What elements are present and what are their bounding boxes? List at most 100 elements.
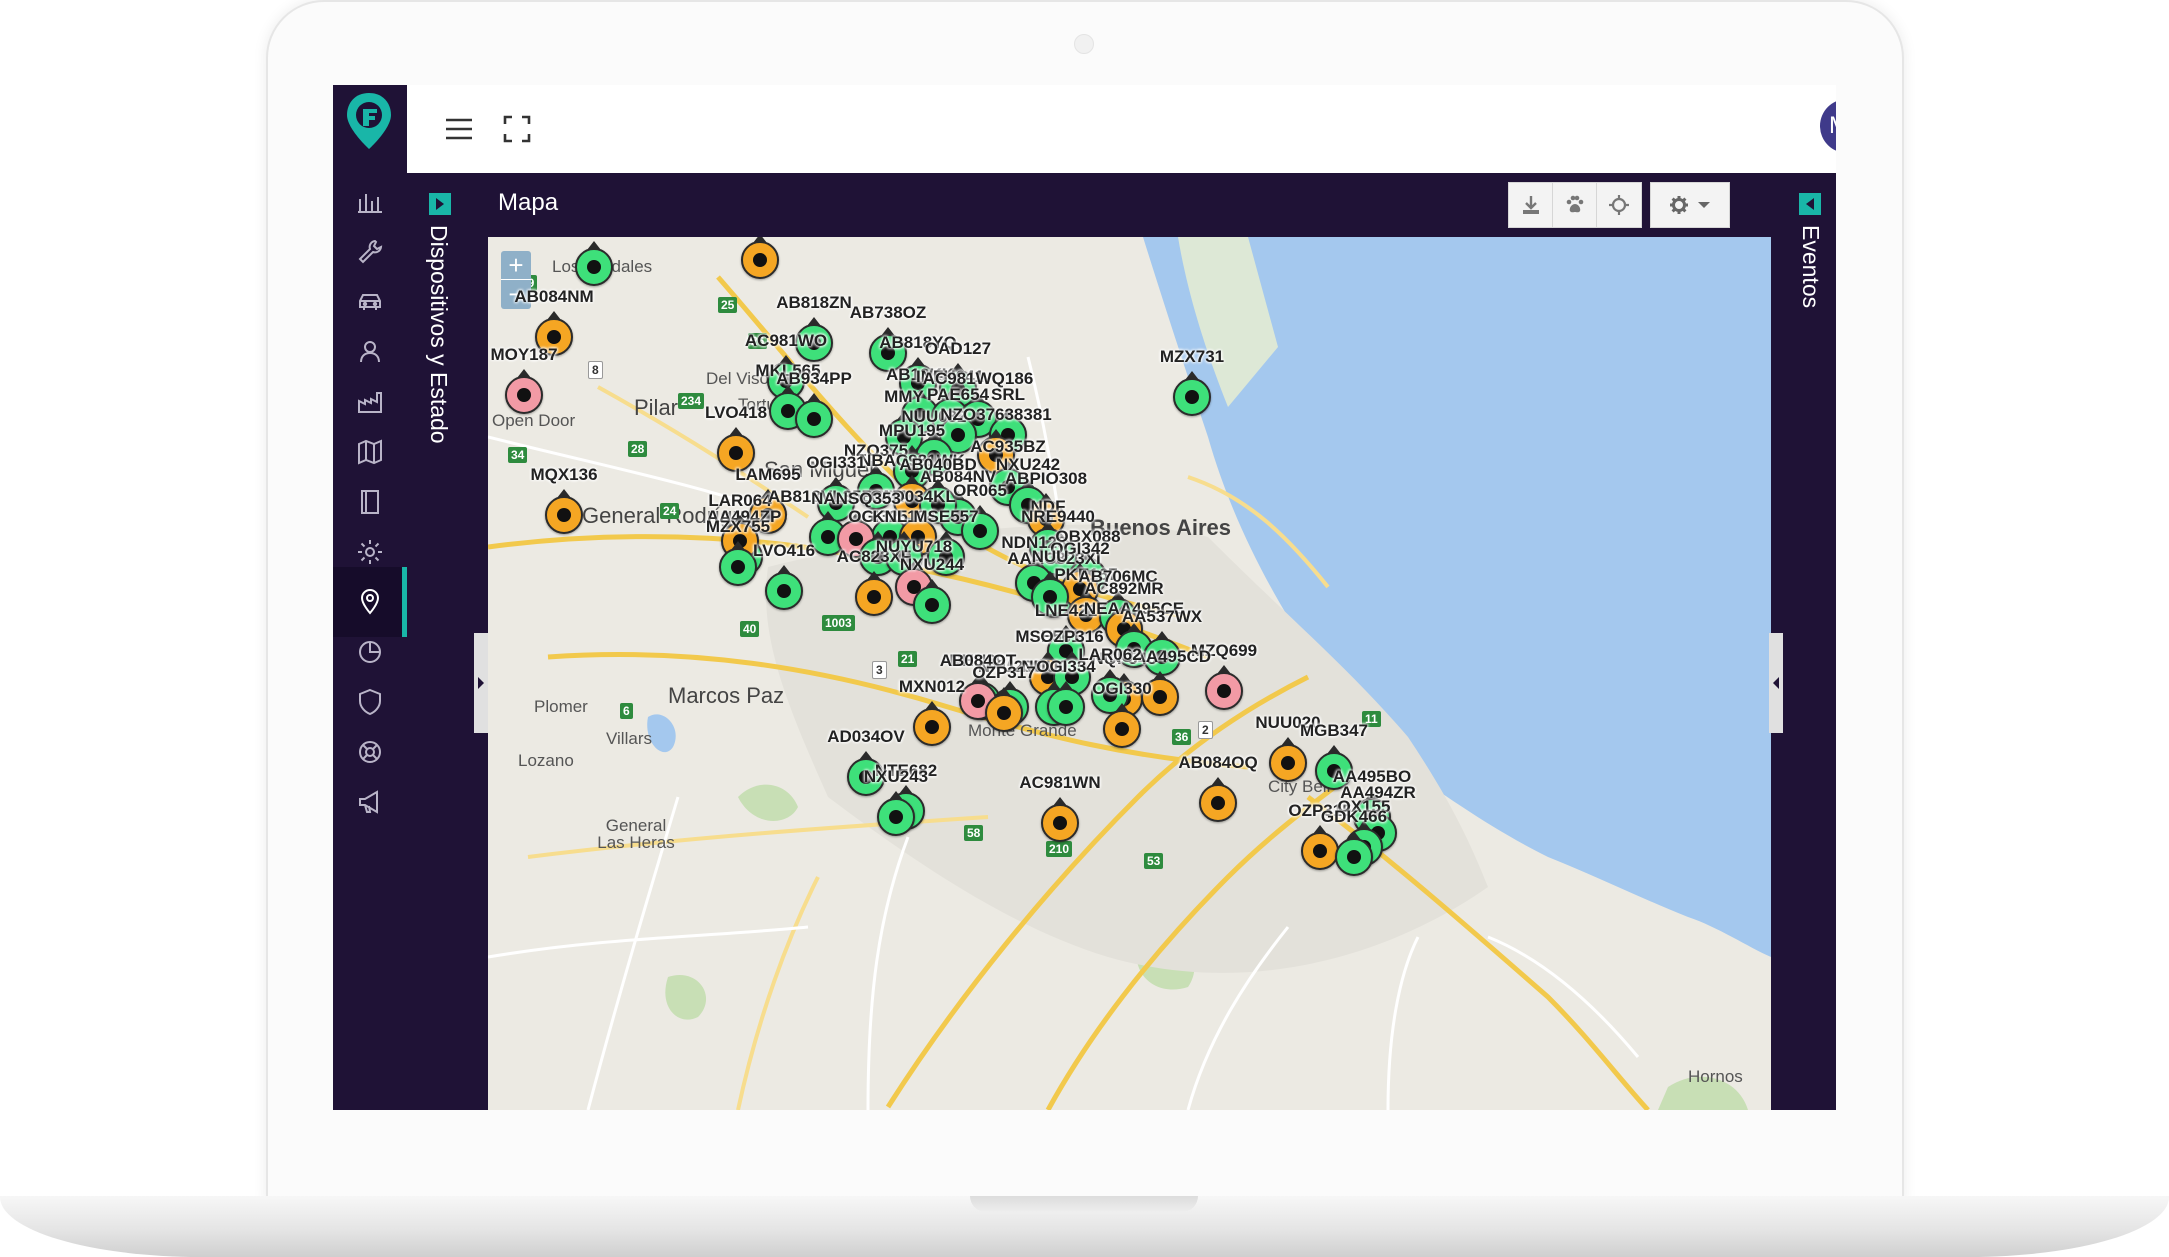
marker-label: NXU243 xyxy=(863,767,929,786)
marker-label: NUU xyxy=(1031,547,1069,566)
marker-label: AC892MR xyxy=(1084,579,1164,598)
place-label: Villars xyxy=(606,729,652,748)
road-shield: 21 xyxy=(898,651,918,667)
marker-label: MSE557 xyxy=(913,507,979,526)
industry-icon xyxy=(358,392,382,413)
marker-label: OGI330 xyxy=(1092,679,1152,698)
road-shield: 53 xyxy=(1144,853,1164,869)
map-right-handle[interactable] xyxy=(1769,633,1783,733)
marker-online-icon[interactable] xyxy=(575,248,613,286)
map-canvas[interactable]: Los Cardales Del Viso Pilar Tortuguitas … xyxy=(488,237,1771,1110)
marker-idle-icon[interactable] xyxy=(1103,710,1141,748)
bar-chart-icon xyxy=(358,194,382,213)
car-icon xyxy=(359,294,381,310)
pie-chart-icon xyxy=(359,641,381,663)
marker-idle-icon[interactable] xyxy=(741,241,779,279)
marker-label: AB040BD xyxy=(899,455,977,474)
road-shield: 6 xyxy=(620,703,633,719)
marker-label: AC981WN xyxy=(1019,773,1101,792)
marker-label: AC981WO xyxy=(744,331,828,350)
road-shield: 28 xyxy=(628,441,648,457)
paw-button[interactable] xyxy=(1552,182,1598,228)
marker-label: AB084NM xyxy=(514,287,594,306)
crosshair-icon xyxy=(1609,195,1629,215)
app-screen: MS Dispositivos y Estado Mapa xyxy=(333,85,1836,1110)
marker-idle-icon[interactable] xyxy=(855,578,893,616)
caret-right-icon xyxy=(478,677,484,689)
marker-label: NXU244 xyxy=(899,555,965,574)
hamburger-icon xyxy=(446,118,472,140)
brand-logo-icon[interactable] xyxy=(343,91,395,153)
center-map-button[interactable] xyxy=(1596,182,1642,228)
marker-label: AB738OZ xyxy=(849,303,927,322)
marker-online-icon[interactable] xyxy=(1173,378,1211,416)
devices-panel-label[interactable]: Dispositivos y Estado xyxy=(425,225,452,444)
map-settings-dropdown[interactable] xyxy=(1650,182,1730,228)
download-button[interactable] xyxy=(1508,182,1554,228)
zoom-in-button[interactable]: + xyxy=(501,251,531,279)
marker-label: MQX136 xyxy=(530,465,598,484)
marker-label: MOY187 xyxy=(490,345,558,364)
user-icon xyxy=(360,341,380,363)
events-panel: Eventos xyxy=(1783,173,1836,1110)
fullscreen-button[interactable] xyxy=(495,107,539,151)
marker-label: AC935BZ xyxy=(970,437,1046,456)
events-panel-toggle[interactable] xyxy=(1799,193,1821,215)
marker-alert-icon[interactable] xyxy=(1205,672,1243,710)
place-label: Lozano xyxy=(518,751,574,770)
events-panel-label[interactable]: Eventos xyxy=(1797,225,1824,308)
menu-toggle-button[interactable] xyxy=(437,107,481,151)
caret-left-icon xyxy=(1806,198,1814,210)
nav-announcements[interactable] xyxy=(333,767,407,837)
devices-panel-toggle[interactable] xyxy=(429,193,451,215)
marker-label: MXN012 xyxy=(898,677,966,696)
marker-label: AB084OQ xyxy=(1178,753,1258,772)
road-shield: 2 xyxy=(1198,721,1213,739)
marker-label: SRL xyxy=(991,385,1025,404)
map-header: Mapa xyxy=(474,173,1783,237)
marker-online-icon[interactable] xyxy=(913,586,951,624)
marker-online-icon[interactable] xyxy=(765,572,803,610)
gear-dropdown-icon xyxy=(1670,196,1710,214)
sidebar xyxy=(333,85,407,1110)
gear-icon xyxy=(358,540,382,564)
road-shield: 34 xyxy=(508,447,528,463)
road-shield: 25 xyxy=(718,297,738,313)
marker-idle-icon[interactable] xyxy=(1301,832,1339,870)
marker-online-icon[interactable] xyxy=(877,798,915,836)
place-label: Marcos Paz xyxy=(668,683,785,708)
marker-idle-icon[interactable] xyxy=(1199,784,1237,822)
road-shield: 24 xyxy=(660,503,680,519)
map-left-handle[interactable] xyxy=(474,633,488,733)
road-shield: 210 xyxy=(1046,841,1073,857)
marker-idle-icon[interactable] xyxy=(1041,804,1079,842)
place-label: Open Door xyxy=(492,411,576,430)
place-label: Pilar xyxy=(634,395,679,420)
road-shield: 1003 xyxy=(822,615,855,631)
download-icon xyxy=(1523,196,1539,214)
wrench-icon xyxy=(358,239,383,264)
map-title: Mapa xyxy=(498,189,559,216)
user-avatar[interactable]: MS xyxy=(1820,99,1836,153)
marker-idle-icon[interactable] xyxy=(985,694,1023,732)
map-icon xyxy=(358,439,382,465)
place-label: Plomer xyxy=(534,697,588,716)
laptop-notch xyxy=(970,1196,1198,1212)
caret-left-icon xyxy=(1773,677,1779,689)
marker-label: MZX731 xyxy=(1159,347,1225,366)
lifebuoy-icon xyxy=(359,741,381,763)
top-bar: MS xyxy=(407,85,1836,173)
marker-label: AD034OV xyxy=(827,727,905,746)
book-icon xyxy=(361,490,379,514)
marker-alert-icon[interactable] xyxy=(505,376,543,414)
marker-label: OZP316 xyxy=(1040,627,1104,646)
marker-online-icon[interactable] xyxy=(795,400,833,438)
road-shield: 36 xyxy=(1172,729,1192,745)
road-shield: 40 xyxy=(740,621,760,637)
marker-label: AA537WX xyxy=(1121,607,1203,626)
marker-idle-icon[interactable] xyxy=(545,496,583,534)
marker-online-icon[interactable] xyxy=(1335,838,1373,876)
marker-label: LAR062 xyxy=(1078,645,1142,664)
place-label: Hornos xyxy=(1688,1067,1743,1086)
marker-label: MGB347 xyxy=(1299,721,1369,740)
